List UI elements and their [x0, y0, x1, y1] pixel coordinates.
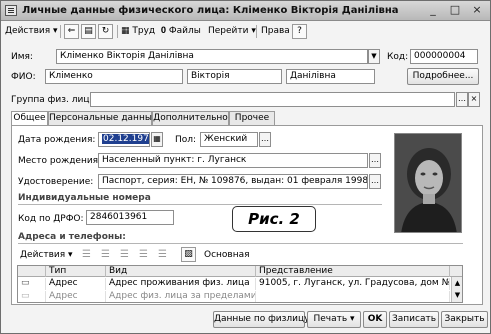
column-icon: [18, 266, 46, 277]
drfo-field[interactable]: 2846013961: [86, 210, 174, 225]
birthplace-label: Место рождения:: [18, 156, 102, 166]
refresh-icon[interactable]: ↻: [98, 24, 113, 39]
toolbar-separator: [117, 25, 118, 38]
files-button[interactable]: 𝟎 Файлы: [161, 24, 201, 39]
address-row-icon: ▭: [18, 278, 46, 290]
fio-label: ФИО:: [11, 72, 36, 82]
main-label: Основная: [204, 250, 250, 260]
group-select-button[interactable]: …: [456, 92, 468, 107]
chevron-down-icon[interactable]: ▼: [368, 49, 380, 64]
individual-numbers-title: Индивидуальные номера: [18, 193, 151, 203]
files-label: Файлы: [168, 26, 201, 36]
contacts-actions-menu[interactable]: Действия ▾: [20, 250, 73, 260]
person-photo[interactable]: [394, 133, 462, 233]
birth-date-field[interactable]: 02.12.1977: [98, 132, 150, 147]
personal-data-button[interactable]: Данные по физлицу: [213, 311, 309, 328]
code-label: Код:: [387, 52, 409, 62]
name-label: Имя:: [11, 52, 33, 62]
group-field[interactable]: [90, 92, 455, 107]
gender-select-button[interactable]: …: [259, 132, 271, 147]
calendar-icon[interactable]: ▦: [151, 132, 163, 147]
trud-icon: ▦: [121, 26, 133, 36]
paperclip-icon: 𝟎: [161, 26, 169, 36]
trud-label: Труд: [132, 26, 156, 36]
tab-other[interactable]: Прочее: [229, 111, 275, 125]
table-row[interactable]: ▭ Адрес Адрес проживания физ. лица 91005…: [18, 278, 462, 290]
last-name-field[interactable]: Кліменко: [45, 69, 183, 84]
save-button[interactable]: Записать: [389, 311, 439, 328]
copy-row-icon[interactable]: ☰: [101, 249, 110, 260]
tab-general[interactable]: Общее: [11, 111, 48, 126]
row-kind: Адрес физ. лица за пределами: [106, 291, 256, 302]
name-field[interactable]: Кліменко Вікторія Данілівна: [56, 49, 368, 64]
id-document-field[interactable]: Паспорт, серия: ЕН, № 109876, выдан: 01 …: [98, 174, 368, 189]
gender-label: Пол:: [175, 135, 197, 145]
toolbar-separator: [256, 25, 257, 38]
person-data-window: Личные данные физического лица: Кліменко…: [0, 0, 491, 334]
birthplace-field[interactable]: Населенный пункт: г. Луганск: [98, 153, 368, 168]
table-row[interactable]: ▭ Адрес Адрес физ. лица за пределами: [18, 291, 462, 302]
edit-row-icon[interactable]: ☰: [120, 249, 129, 260]
toolbar: Действия ▾ ⇐ ▤ ↻ ▦ Труд 𝟎 Файлы Перейти …: [3, 23, 488, 41]
back-arrow-icon[interactable]: ⇐: [64, 24, 79, 39]
birthplace-select-button[interactable]: …: [369, 153, 381, 168]
first-name-field[interactable]: Вікторія: [187, 69, 282, 84]
ok-button[interactable]: OK: [363, 311, 387, 328]
row-representation: 91005, г. Луганск, ул. Градусова, дом № …: [256, 278, 450, 290]
details-button[interactable]: Подробнее...: [407, 68, 479, 85]
window-title: Личные данные физического лица: Кліменко…: [22, 5, 399, 16]
help-button[interactable]: ?: [292, 24, 307, 39]
close-button[interactable]: Закрыть: [441, 311, 488, 328]
column-kind[interactable]: Вид: [106, 266, 256, 277]
table-scrollbar[interactable]: ▲ ▼: [451, 277, 462, 302]
drfo-label: Код по ДРФО:: [18, 214, 84, 224]
birth-date-label: Дата рождения:: [18, 135, 96, 145]
group-label: Группа физ. лиц:: [11, 95, 93, 105]
tab-additional[interactable]: Дополнительно: [152, 111, 229, 125]
title-bar: Личные данные физического лица: Кліменко…: [1, 1, 490, 21]
rights-button[interactable]: Права: [261, 24, 290, 39]
actions-menu[interactable]: Действия ▾: [5, 24, 58, 39]
address-row-icon: ▭: [18, 291, 46, 302]
contacts-title: Адреса и телефоны:: [18, 232, 126, 242]
goto-menu[interactable]: Перейти ▾: [208, 24, 256, 39]
maximize-button[interactable]: □: [447, 4, 463, 17]
photo-image: [395, 134, 461, 232]
row-representation: [256, 291, 450, 302]
row-kind: Адрес проживания физ. лица: [106, 278, 256, 290]
row-type: Адрес: [46, 291, 106, 302]
document-icon: [5, 5, 17, 16]
close-window-button[interactable]: ×: [469, 4, 485, 17]
row-type: Адрес: [46, 278, 106, 290]
gender-field[interactable]: Женский: [200, 132, 258, 147]
set-main-icon[interactable]: ▨: [181, 247, 196, 262]
clear-icon[interactable]: ×: [468, 92, 480, 107]
code-field[interactable]: 000000004: [410, 49, 478, 64]
tab-personal-data[interactable]: Персональные данные: [48, 111, 157, 125]
contacts-table-header: Тип Вид Представление: [18, 266, 462, 277]
middle-name-field[interactable]: Данілівна: [286, 69, 375, 84]
section-divider: [18, 243, 463, 244]
id-document-label: Удостоверение:: [18, 177, 94, 187]
footer-bar: Данные по физлицу Печать ▾ OK Записать З…: [3, 310, 488, 330]
add-row-icon[interactable]: ☰: [82, 249, 91, 260]
column-type[interactable]: Тип: [46, 266, 106, 277]
id-document-select-button[interactable]: …: [369, 174, 381, 189]
print-menu-button[interactable]: Печать ▾: [307, 311, 361, 328]
column-representation[interactable]: Представление: [256, 266, 450, 277]
section-divider: [18, 204, 382, 205]
figure-stamp: Рис. 2: [232, 206, 316, 232]
delete-row-icon[interactable]: ☰: [139, 249, 148, 260]
minimize-button[interactable]: _: [425, 4, 441, 17]
print-preview-icon[interactable]: ▤: [81, 24, 96, 39]
trud-button[interactable]: ▦ Труд: [121, 24, 155, 39]
contacts-table[interactable]: Тип Вид Представление ▭ Адрес Адрес прож…: [17, 265, 463, 303]
birth-date-value: 02.12.1977: [102, 134, 149, 144]
toolbar-separator: [60, 25, 61, 38]
mark-row-icon[interactable]: ☰: [158, 249, 167, 260]
